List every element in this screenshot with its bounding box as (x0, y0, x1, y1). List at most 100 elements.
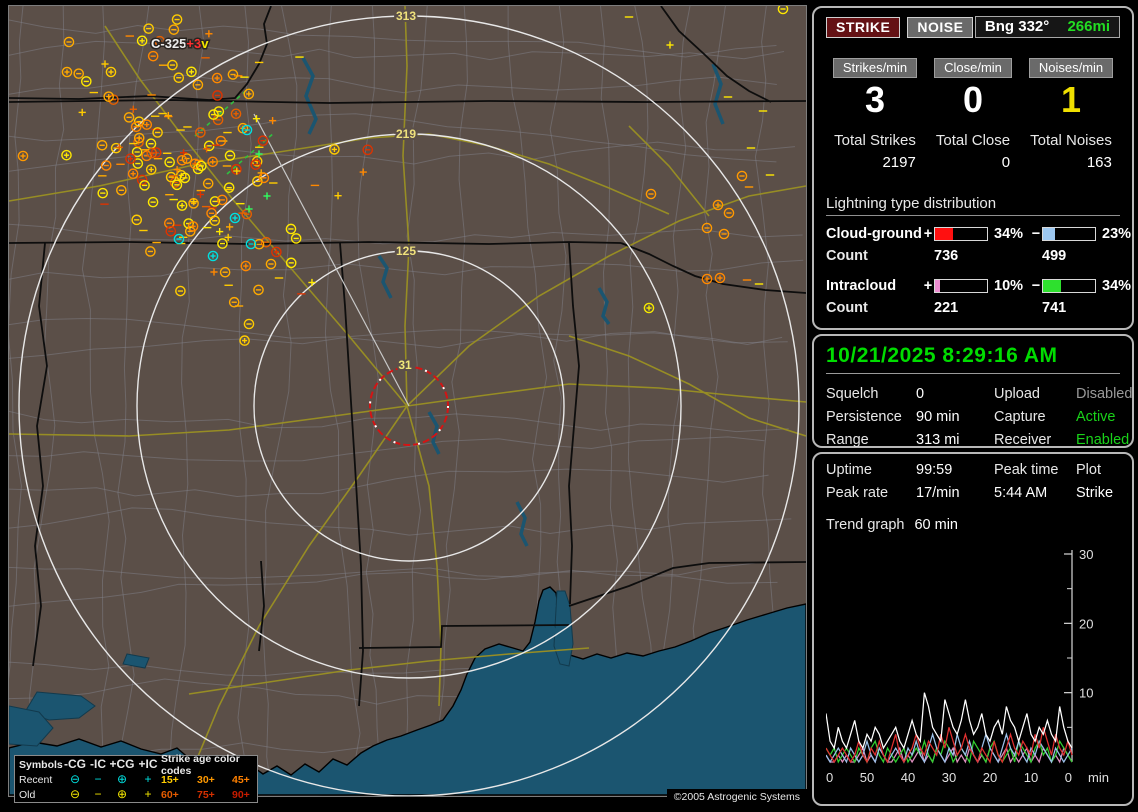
total-noises: Total Noises 163 (1030, 132, 1112, 171)
plus-sign: + (923, 226, 933, 242)
cg-positive-pct: 34% (994, 226, 1024, 242)
rate-counters: Strikes/min 3 Total Strikes 2197 Close/m… (826, 58, 1120, 171)
ic-negative-bar (1042, 279, 1096, 293)
intracloud-row: Intracloud + 10% − 34% (826, 278, 1131, 294)
ic-negative-pct: 34% (1102, 278, 1132, 294)
legend-symbols-header: Symbols (19, 758, 63, 771)
mode-button-row: STRIKE NOISE Bng 332° 266mi (826, 16, 1120, 38)
strikes-per-min-value: 3 (864, 79, 886, 120)
total-strikes: Total Strikes 2197 (834, 132, 916, 171)
total-strikes-label: Total Strikes (834, 132, 916, 149)
total-strikes-value: 2197 (882, 154, 916, 171)
capture-value: Active (1076, 409, 1116, 425)
lightning-distribution: Lightning type distribution Cloud-ground… (826, 195, 1131, 316)
total-noises-label: Total Noises (1030, 132, 1112, 149)
legend-strike-symbol: ⊕ (116, 787, 128, 801)
upload-value: Disabled (1076, 386, 1133, 402)
legend-strike-symbol: ⊖ (69, 772, 81, 786)
legend-row-label: Recent (19, 773, 53, 786)
legend-strike-symbol: + (144, 772, 152, 786)
total-close-label: Total Close (935, 132, 1011, 149)
svg-text:50: 50 (860, 770, 874, 785)
minus-sign: − (1031, 278, 1041, 294)
ic-positive-count: 221 (934, 300, 959, 316)
legend-row-label: Old (19, 788, 36, 801)
legend-age-code: 45+ (232, 773, 250, 786)
peak-time-label: Peak time (994, 462, 1059, 478)
datetime-display: 10/21/2025 8:29:16 AM (826, 344, 1120, 374)
intracloud-label: Intracloud (826, 278, 897, 294)
lightning-map[interactable]: 313 219 125 31 C-325+3v Symbols -CG -IC +CG +IC S… (8, 5, 807, 806)
count-label: Count (826, 248, 868, 264)
svg-text:20: 20 (1079, 616, 1093, 631)
svg-text:0: 0 (1065, 770, 1072, 785)
legend-age-code: 15+ (161, 773, 179, 786)
legend-strike-symbol: − (94, 772, 102, 786)
strikes-per-min-column: Strikes/min 3 Total Strikes 2197 (826, 58, 924, 171)
bearing-distance: 266mi (1067, 18, 1110, 35)
noise-button[interactable]: NOISE (907, 16, 974, 38)
peak-time-value: 5:44 AM (994, 485, 1048, 501)
svg-text:30: 30 (1079, 547, 1093, 562)
legend-age-code: 75+ (197, 788, 215, 801)
ic-positive-pct: 10% (994, 278, 1024, 294)
noises-per-min-value: 1 (1060, 79, 1082, 120)
squelch-value: 0 (916, 386, 925, 402)
cg-negative-bar (1042, 227, 1096, 241)
bearing-label: Bng 332° (984, 18, 1050, 35)
map-legend: Symbols -CG -IC +CG +IC Strike age color code… (14, 753, 258, 803)
intracloud-count-row: Count 221 741 (826, 300, 1120, 316)
upload-label: Upload (994, 386, 1040, 402)
copyright-text: ©2005 Astrogenic Systems (666, 789, 807, 806)
receiver-value: Enabled (1076, 432, 1130, 448)
uptime-label: Uptime (826, 462, 872, 478)
cg-negative-count: 499 (1042, 248, 1067, 264)
legend-age-code: 90+ (232, 788, 250, 801)
cg-positive-count: 736 (934, 248, 959, 264)
svg-text:10: 10 (1024, 770, 1038, 785)
legend-type-header: +CG (109, 757, 135, 771)
svg-text:20: 20 (983, 770, 997, 785)
svg-text:125: 125 (396, 244, 416, 258)
peak-rate-value: 17/min (916, 485, 960, 501)
svg-text:10: 10 (1079, 686, 1093, 701)
range-label: Range (826, 432, 869, 448)
strike-button[interactable]: STRIKE (826, 16, 901, 38)
minus-sign: − (1031, 226, 1041, 242)
cg-positive-bar (934, 227, 988, 241)
total-close-value: 0 (1001, 154, 1011, 171)
trend-graph-label: Trend graph (826, 517, 905, 533)
legend-type-header: -CG (64, 757, 86, 771)
legend-strike-symbol: ⊕ (116, 772, 128, 786)
map-canvas: 313 219 125 31 C-325+3v (9, 6, 806, 796)
status-panel: 10/21/2025 8:29:16 AM Squelch 0 Upload D… (812, 334, 1134, 448)
close-per-min-column: Close/min 0 Total Close 0 (924, 58, 1022, 171)
legend-age-code: 60+ (161, 788, 179, 801)
cloud-ground-row: Cloud-ground + 34% − 23% (826, 226, 1131, 242)
ic-positive-bar (934, 279, 988, 293)
trend-graph: 10 20 30 60 50 40 30 20 10 0 min (819, 546, 1122, 800)
cg-negative-pct: 23% (1102, 226, 1132, 242)
svg-text:60: 60 (826, 770, 833, 785)
legend-strike-symbol: ⊖ (69, 787, 81, 801)
legend-strike-symbol: − (94, 787, 102, 801)
status-grid: Squelch 0 Upload Disabled Persistence 90… (826, 386, 1132, 448)
svg-text:C-325+3v: C-325+3v (151, 36, 209, 51)
app-window: 313 219 125 31 C-325+3v Symbols -CG -IC +CG +IC S… (0, 0, 1138, 812)
count-label: Count (826, 300, 868, 316)
svg-text:313: 313 (396, 9, 416, 23)
persistence-value: 90 min (916, 409, 960, 425)
counters-panel: STRIKE NOISE Bng 332° 266mi Strikes/min … (812, 6, 1134, 330)
receiver-label: Receiver (994, 432, 1052, 448)
stats-grid: Uptime 99:59 Peak time Plot Peak rate 17… (826, 462, 1120, 501)
range-value: 313 mi (916, 432, 960, 448)
trend-graph-window: 60 min (914, 517, 958, 533)
plus-sign: + (923, 278, 933, 294)
cloud-ground-label: Cloud-ground (826, 226, 922, 242)
strikes-per-min-label: Strikes/min (832, 58, 918, 78)
svg-text:30: 30 (942, 770, 956, 785)
legend-age-code: 30+ (197, 773, 215, 786)
noises-per-min-column: Noises/min 1 Total Noises 163 (1022, 58, 1120, 171)
ic-negative-count: 741 (1042, 300, 1067, 316)
total-noises-value: 163 (1086, 154, 1112, 171)
